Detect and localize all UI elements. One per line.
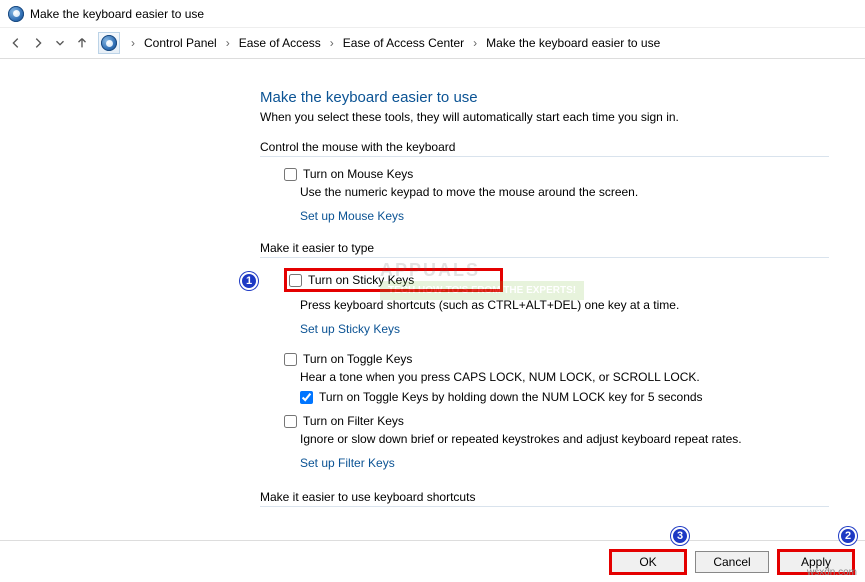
titlebar: Make the keyboard easier to use	[0, 0, 865, 28]
filter-keys-desc: Ignore or slow down brief or repeated ke…	[300, 432, 829, 446]
location-icon[interactable]	[98, 32, 120, 54]
chevron-right-icon: ›	[226, 36, 230, 50]
chevron-right-icon: ›	[330, 36, 334, 50]
bc-ease-center[interactable]: Ease of Access Center	[339, 35, 468, 51]
setup-mouse-keys-link[interactable]: Set up Mouse Keys	[300, 209, 404, 223]
cancel-button[interactable]: Cancel	[695, 551, 769, 573]
section-shortcuts-title: Make it easier to use keyboard shortcuts	[260, 490, 829, 507]
ok-button[interactable]: OK	[611, 551, 685, 573]
setup-filter-keys-link[interactable]: Set up Filter Keys	[300, 456, 395, 470]
sticky-keys-highlight: Turn on Sticky Keys	[284, 268, 503, 292]
window-title: Make the keyboard easier to use	[30, 7, 204, 21]
breadcrumb[interactable]: › Control Panel › Ease of Access › Ease …	[122, 32, 859, 54]
filter-keys-checkbox[interactable]	[284, 415, 297, 428]
toggle-hold-checkbox[interactable]	[300, 391, 313, 404]
mouse-keys-checkbox[interactable]	[284, 168, 297, 181]
setup-sticky-keys-link[interactable]: Set up Sticky Keys	[300, 322, 400, 336]
filter-keys-option[interactable]: Turn on Filter Keys	[284, 414, 829, 428]
nav-toolbar: › Control Panel › Ease of Access › Ease …	[0, 28, 865, 59]
section-type-title: Make it easier to type	[260, 241, 829, 258]
bc-control-panel[interactable]: Control Panel	[140, 35, 221, 51]
toggle-hold-label: Turn on Toggle Keys by holding down the …	[319, 390, 703, 404]
recent-dropdown[interactable]	[50, 33, 70, 53]
chevron-right-icon: ›	[131, 36, 135, 50]
sticky-keys-checkbox[interactable]	[289, 274, 302, 287]
mouse-keys-option[interactable]: Turn on Mouse Keys	[284, 167, 829, 181]
sticky-keys-option[interactable]: Turn on Sticky Keys	[289, 273, 414, 287]
app-icon	[8, 6, 24, 22]
toggle-keys-label: Turn on Toggle Keys	[303, 352, 412, 366]
toggle-keys-checkbox[interactable]	[284, 353, 297, 366]
mouse-keys-label: Turn on Mouse Keys	[303, 167, 413, 181]
forward-button[interactable]	[28, 33, 48, 53]
bc-current[interactable]: Make the keyboard easier to use	[482, 35, 664, 51]
page-title: Make the keyboard easier to use	[260, 89, 829, 106]
bc-ease-of-access[interactable]: Ease of Access	[235, 35, 325, 51]
callout-1: 1	[240, 272, 258, 290]
chevron-right-icon: ›	[473, 36, 477, 50]
callout-3: 3	[671, 527, 689, 545]
back-button[interactable]	[6, 33, 26, 53]
mouse-keys-desc: Use the numeric keypad to move the mouse…	[300, 185, 829, 199]
footer-bar: 3 OK Cancel 2 Apply	[0, 540, 865, 582]
sticky-keys-label: Turn on Sticky Keys	[308, 273, 414, 287]
sticky-keys-desc: Press keyboard shortcuts (such as CTRL+A…	[300, 298, 829, 312]
apply-button[interactable]: Apply	[779, 551, 853, 573]
up-button[interactable]	[72, 33, 92, 53]
main-content: Make the keyboard easier to use When you…	[0, 59, 865, 539]
callout-2: 2	[839, 527, 857, 545]
toggle-keys-option[interactable]: Turn on Toggle Keys	[284, 352, 829, 366]
section-mouse-title: Control the mouse with the keyboard	[260, 140, 829, 157]
toggle-hold-option[interactable]: Turn on Toggle Keys by holding down the …	[300, 390, 829, 404]
filter-keys-label: Turn on Filter Keys	[303, 414, 404, 428]
toggle-keys-desc: Hear a tone when you press CAPS LOCK, NU…	[300, 370, 829, 384]
page-subtitle: When you select these tools, they will a…	[260, 110, 829, 124]
